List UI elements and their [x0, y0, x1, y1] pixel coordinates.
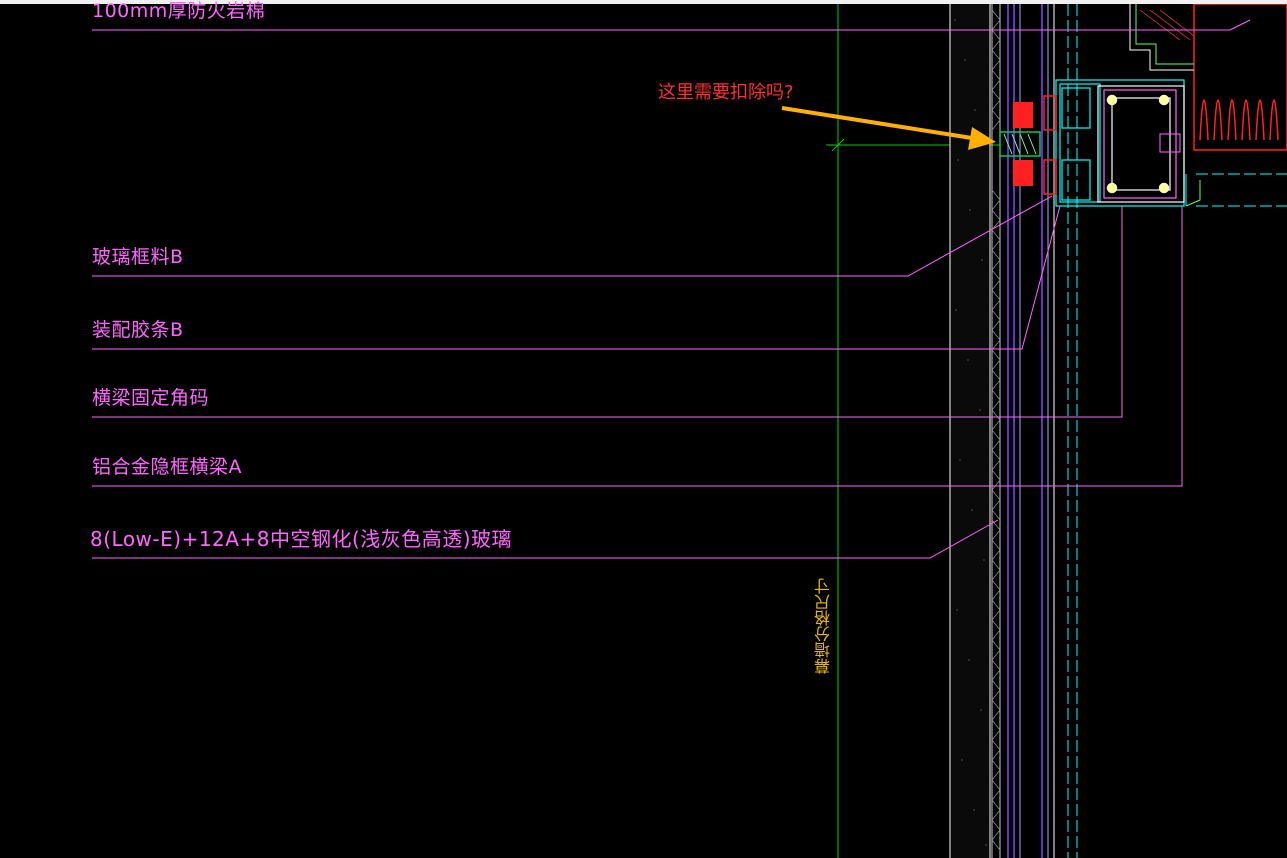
- annotation-question: 这里需要扣除吗?: [658, 82, 794, 103]
- hatch-strip: [991, 9, 1001, 851]
- label-glass-frame: 玻璃框料B: [92, 246, 184, 268]
- dimension-text: 幕墙分格尺寸: [814, 578, 833, 674]
- gasket-bottom: [1013, 160, 1033, 186]
- label-gasket: 装配胶条B: [92, 319, 184, 341]
- label-top-cut: 100mm厚防火岩棉: [92, 0, 266, 22]
- wall-band: [950, 4, 990, 858]
- cad-canvas[interactable]: [0, 4, 1287, 858]
- gasket-top: [1013, 102, 1033, 128]
- label-beam-bracket: 横梁固定角码: [92, 387, 210, 409]
- stone-panel: [1193, 4, 1287, 151]
- label-beam: 铝合金隐框横梁A: [92, 456, 242, 478]
- annotation-arrow: [781, 106, 979, 141]
- label-glass-spec: 8(Low-E)+12A+8中空钢化(浅灰色高透)玻璃: [90, 527, 513, 551]
